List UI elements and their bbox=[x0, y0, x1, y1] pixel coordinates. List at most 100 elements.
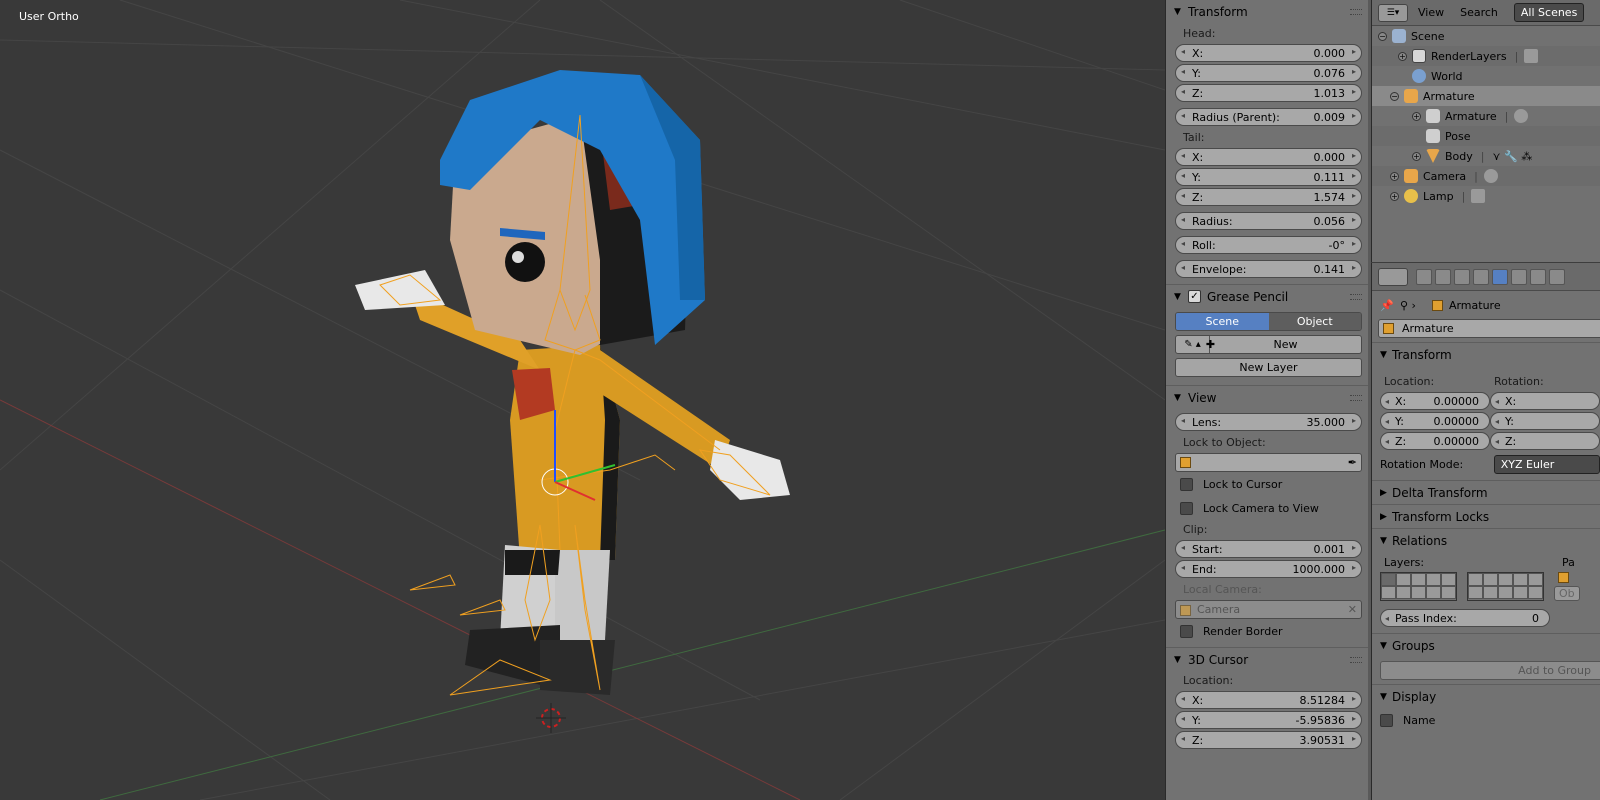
clip-start-field[interactable]: ◂ Start: 0.001 ▸ bbox=[1175, 540, 1362, 558]
character-model[interactable] bbox=[355, 70, 790, 695]
collapse-icon[interactable]: − bbox=[1390, 91, 1399, 101]
cursor-y-field[interactable]: ◂ Y: -5.95836 ▸ bbox=[1175, 711, 1362, 729]
editor-type-icon[interactable]: ☰▾ bbox=[1378, 3, 1408, 22]
parent-label: Pa bbox=[1562, 555, 1575, 569]
lock-camera-to-view-checkbox[interactable]: Lock Camera to View bbox=[1166, 496, 1370, 520]
rotation-x-field[interactable]: ◂ X: bbox=[1490, 392, 1600, 410]
view-label: User Ortho bbox=[19, 10, 79, 23]
pin-icon[interactable]: 📌 bbox=[1380, 299, 1394, 312]
cursor-z-field[interactable]: ◂ Z: 3.90531 ▸ bbox=[1175, 731, 1362, 749]
pencil-icon[interactable]: ✎ ▴ bbox=[1176, 336, 1210, 353]
clip-end-field[interactable]: ◂ End: 1000.000 ▸ bbox=[1175, 560, 1362, 578]
head-x-field[interactable]: ◂ X: 0.000 ▸ bbox=[1175, 44, 1362, 62]
head-z-field[interactable]: ◂ Z: 1.013 ▸ bbox=[1175, 84, 1362, 102]
render-layers-context-icon[interactable] bbox=[1435, 268, 1451, 285]
outliner-row-body[interactable]: + Body | ⋎ 🔧 ⁂ bbox=[1372, 146, 1600, 166]
3d-cursor-icon[interactable] bbox=[536, 703, 566, 733]
object-type-icon: ⚲ › bbox=[1400, 298, 1416, 312]
rotation-mode-select[interactable]: XYZ Euler bbox=[1493, 454, 1600, 474]
tab-scene[interactable]: Scene bbox=[1176, 313, 1269, 330]
local-camera-field[interactable]: Camera ✕ bbox=[1175, 600, 1362, 619]
display-name-checkbox[interactable]: Name bbox=[1372, 708, 1600, 732]
outliner-row-renderlayers[interactable]: + RenderLayers | bbox=[1372, 46, 1600, 66]
scene-context-icon[interactable] bbox=[1454, 268, 1470, 285]
expand-triangle-icon: ▶ bbox=[1380, 511, 1387, 522]
tab-object[interactable]: Object bbox=[1268, 313, 1361, 330]
lens-field[interactable]: ◂ Lens: 35.000 ▸ bbox=[1175, 413, 1362, 431]
tail-x-field[interactable]: ◂ X: 0.000 ▸ bbox=[1175, 148, 1362, 166]
3d-cursor-panel-header[interactable]: ▼ 3D Cursor bbox=[1166, 647, 1370, 671]
lock-to-object-field[interactable]: ✒ bbox=[1175, 453, 1362, 472]
expand-icon[interactable]: + bbox=[1398, 51, 1407, 61]
new-grease-pencil-button[interactable]: ✚ New bbox=[1206, 336, 1361, 353]
expand-icon[interactable]: + bbox=[1412, 151, 1421, 161]
rotation-z-field[interactable]: ◂ Z: bbox=[1490, 432, 1600, 450]
cursor-x-field[interactable]: ◂ X: 8.51284 ▸ bbox=[1175, 691, 1362, 709]
location-z-field[interactable]: ◂ Z: 0.00000 bbox=[1380, 432, 1490, 450]
menu-search[interactable]: Search bbox=[1460, 6, 1498, 19]
outliner-row-armature-data[interactable]: + Armature | bbox=[1372, 106, 1600, 126]
plus-icon: ✚ bbox=[1205, 338, 1216, 351]
expand-icon[interactable]: + bbox=[1390, 171, 1399, 181]
world-context-icon[interactable] bbox=[1473, 268, 1489, 285]
outliner-row-lamp[interactable]: + Lamp | bbox=[1372, 186, 1600, 206]
grease-pencil-enable-checkbox[interactable]: ✓ bbox=[1188, 290, 1201, 303]
3d-viewport[interactable]: User Ortho bbox=[0, 0, 1165, 800]
menu-view[interactable]: View bbox=[1418, 6, 1444, 19]
display-mode-select[interactable]: All Scenes bbox=[1513, 3, 1585, 22]
lock-to-cursor-checkbox[interactable]: Lock to Cursor bbox=[1166, 472, 1370, 496]
rotation-mode-row: Rotation Mode: XYZ Euler bbox=[1372, 452, 1600, 476]
delta-transform-header[interactable]: ▶ Delta Transform bbox=[1372, 480, 1600, 504]
outliner-header: ☰▾ View Search All Scenes bbox=[1372, 0, 1600, 26]
render-border-checkbox[interactable]: Render Border bbox=[1166, 619, 1370, 643]
transform-section-header[interactable]: ▼ Transform bbox=[1372, 342, 1600, 366]
new-layer-button[interactable]: New Layer bbox=[1175, 358, 1362, 377]
pass-index-field[interactable]: ◂ Pass Index: 0 bbox=[1380, 609, 1550, 627]
groups-header[interactable]: ▼ Groups bbox=[1372, 633, 1600, 657]
drag-grip-icon[interactable] bbox=[1350, 395, 1362, 401]
radius-field[interactable]: ◂ Radius: 0.056 ▸ bbox=[1175, 212, 1362, 230]
location-x-field[interactable]: ◂ X: 0.00000 bbox=[1380, 392, 1490, 410]
constraints-context-icon[interactable] bbox=[1511, 268, 1527, 285]
roll-field[interactable]: ◂ Roll: -0° ▸ bbox=[1175, 236, 1362, 254]
view-panel-header[interactable]: ▼ View bbox=[1166, 385, 1370, 409]
bone-context-icon[interactable] bbox=[1549, 268, 1565, 285]
outliner-row-armature-object[interactable]: − Armature bbox=[1372, 86, 1600, 106]
expand-icon[interactable]: + bbox=[1412, 111, 1421, 121]
clear-x-icon[interactable]: ✕ bbox=[1348, 603, 1357, 616]
location-y-field[interactable]: ◂ Y: 0.00000 bbox=[1380, 412, 1490, 430]
add-to-group-button[interactable]: Add to Group bbox=[1380, 661, 1600, 680]
drag-grip-icon[interactable] bbox=[1350, 294, 1362, 300]
transform-panel-header[interactable]: ▼ Transform bbox=[1166, 0, 1370, 24]
object-name-field[interactable]: Armature bbox=[1378, 319, 1600, 338]
outliner-row-scene[interactable]: − Scene bbox=[1372, 26, 1600, 46]
drag-grip-icon[interactable] bbox=[1350, 657, 1362, 663]
tail-z-field[interactable]: ◂ Z: 1.574 ▸ bbox=[1175, 188, 1362, 206]
relations-header[interactable]: ▼ Relations bbox=[1372, 528, 1600, 552]
display-header[interactable]: ▼ Display bbox=[1372, 684, 1600, 708]
tail-y-field[interactable]: ◂ Y: 0.111 ▸ bbox=[1175, 168, 1362, 186]
parent-type-field[interactable]: Ob bbox=[1554, 586, 1580, 601]
local-camera-label: Local Camera: bbox=[1183, 583, 1262, 596]
envelope-field[interactable]: ◂ Envelope: 0.141 ▸ bbox=[1175, 260, 1362, 278]
editor-type-icon[interactable] bbox=[1378, 267, 1408, 286]
head-y-field[interactable]: ◂ Y: 0.076 ▸ bbox=[1175, 64, 1362, 82]
expand-icon[interactable]: + bbox=[1390, 191, 1399, 201]
armature-context-icon[interactable] bbox=[1530, 268, 1546, 285]
collapse-icon[interactable]: − bbox=[1378, 31, 1387, 41]
transform-locks-header[interactable]: ▶ Transform Locks bbox=[1372, 504, 1600, 528]
render-context-icon[interactable] bbox=[1416, 268, 1432, 285]
outliner-row-world[interactable]: World bbox=[1372, 66, 1600, 86]
drag-grip-icon[interactable] bbox=[1350, 9, 1362, 15]
layer-grid[interactable]: Ob bbox=[1372, 572, 1600, 601]
grease-pencil-panel-header[interactable]: ▼ ✓ Grease Pencil bbox=[1166, 284, 1370, 308]
outliner-row-pose[interactable]: Pose bbox=[1372, 126, 1600, 146]
outliner-row-camera[interactable]: + Camera | bbox=[1372, 166, 1600, 186]
eyedropper-icon[interactable]: ✒ bbox=[1348, 456, 1357, 469]
object-context-icon[interactable] bbox=[1492, 268, 1508, 285]
clip-label: Clip: bbox=[1183, 523, 1208, 536]
rotation-y-field[interactable]: ◂ Y: bbox=[1490, 412, 1600, 430]
parent-object-icon[interactable] bbox=[1558, 572, 1569, 583]
radius-parent-field[interactable]: ◂ Radius (Parent): 0.009 ▸ bbox=[1175, 108, 1362, 126]
rotation-mode-label: Rotation Mode: bbox=[1380, 457, 1464, 471]
